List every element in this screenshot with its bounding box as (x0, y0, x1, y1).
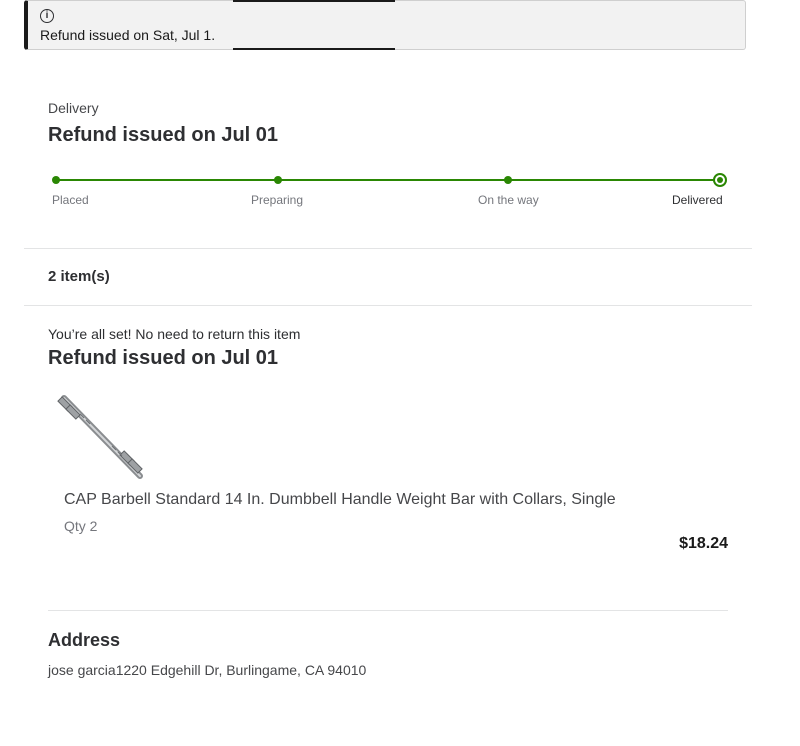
progress-track (56, 179, 720, 181)
return-note: You’re all set! No need to return this i… (48, 326, 301, 342)
banner-accent-bottom (233, 48, 395, 50)
section-divider (24, 248, 752, 249)
banner-text: Refund issued on Sat, Jul 1. (40, 27, 216, 43)
dumbbell-handle-image[interactable] (56, 392, 146, 482)
address-title: Address (48, 630, 121, 650)
step-dot-delivered (713, 173, 727, 187)
address-text: jose garcia1220 Edgehill Dr, Burlingame,… (48, 662, 367, 678)
info-icon: i (40, 9, 54, 23)
section-divider (24, 305, 752, 306)
step-dot-preparing (274, 176, 282, 184)
section-divider (48, 610, 728, 611)
product-qty: Qty 2 (64, 518, 98, 534)
step-dot-placed (52, 176, 60, 184)
banner-accent-top (233, 0, 395, 2)
step-label-preparing: Preparing (251, 193, 304, 207)
product-name[interactable]: CAP Barbell Standard 14 In. Dumbbell Han… (64, 491, 616, 509)
step-dot-on-the-way (504, 176, 512, 184)
delivery-label: Delivery (48, 100, 99, 116)
product-price: $18.24 (679, 535, 728, 552)
step-label-on-the-way: On the way (478, 193, 539, 207)
step-label-delivered: Delivered (672, 193, 723, 207)
item-refund-title: Refund issued on Jul 01 (48, 347, 279, 369)
delivery-title: Refund issued on Jul 01 (48, 124, 279, 146)
items-count: 2 item(s) (48, 268, 110, 285)
step-label-placed: Placed (52, 193, 89, 207)
refund-banner: i Refund issued on Sat, Jul 1. (24, 0, 746, 50)
